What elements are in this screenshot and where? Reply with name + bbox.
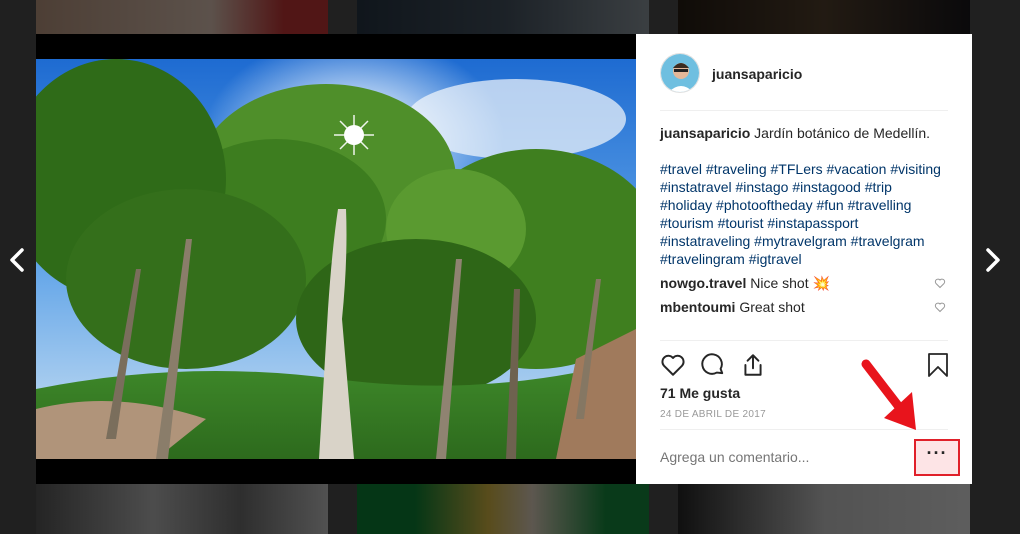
- hashtag[interactable]: #instatraveling: [660, 233, 750, 249]
- comment-bubble-icon[interactable]: [700, 352, 726, 378]
- hashtag[interactable]: #tourist: [718, 215, 764, 231]
- more-options-button[interactable]: ···: [914, 439, 960, 476]
- hashtag[interactable]: #travel: [660, 161, 702, 177]
- hashtag-list: #travel #traveling #TFLers #vacation #vi…: [660, 160, 950, 268]
- chevron-right-icon[interactable]: [980, 247, 1004, 273]
- comment-item: nowgo.travel Nice shot 💥: [660, 274, 948, 292]
- bookmark-icon[interactable]: [926, 352, 950, 378]
- divider: [660, 340, 948, 341]
- post-modal: juansaparicio juansaparicio Jardín botán…: [36, 34, 972, 484]
- hashtag[interactable]: #tourism: [660, 215, 714, 231]
- hashtag[interactable]: #TFLers: [771, 161, 823, 177]
- hashtag[interactable]: #trip: [865, 179, 892, 195]
- hashtag[interactable]: #instagood: [792, 179, 861, 195]
- comment-text: Great shot: [735, 299, 805, 315]
- hashtag[interactable]: #fun: [816, 197, 843, 213]
- hashtag[interactable]: #traveling: [706, 161, 767, 177]
- caption: juansaparicio Jardín botánico de Medellí…: [660, 124, 950, 268]
- chevron-left-icon[interactable]: [6, 247, 30, 273]
- post-header: juansaparicio: [660, 53, 948, 111]
- comment-item: mbentoumi Great shot: [660, 298, 948, 316]
- like-count[interactable]: 71 Me gusta: [660, 385, 740, 401]
- caption-text: Jardín botánico de Medellín.: [750, 125, 931, 141]
- share-icon[interactable]: [740, 352, 766, 378]
- avatar-image: [661, 54, 699, 92]
- hashtag[interactable]: #travelgram: [851, 233, 925, 249]
- avatar[interactable]: [660, 53, 700, 93]
- post-photo: [36, 59, 636, 459]
- heart-icon[interactable]: [934, 277, 946, 289]
- hashtag[interactable]: #travelingram: [660, 251, 745, 267]
- post-media: [36, 34, 636, 484]
- comment-input[interactable]: [660, 449, 870, 465]
- annotation-arrow-icon: [861, 359, 916, 430]
- comment-username[interactable]: nowgo.travel: [660, 275, 746, 291]
- hashtag[interactable]: #photooftheday: [716, 197, 813, 213]
- hashtag[interactable]: #instago: [735, 179, 788, 195]
- header-username[interactable]: juansaparicio: [712, 66, 802, 82]
- hashtag[interactable]: #mytravelgram: [754, 233, 847, 249]
- hashtag[interactable]: #igtravel: [749, 251, 802, 267]
- hashtag[interactable]: #vacation: [827, 161, 887, 177]
- heart-icon[interactable]: [934, 301, 946, 313]
- comment-text: Nice shot 💥: [746, 275, 830, 291]
- comment-username[interactable]: mbentoumi: [660, 299, 735, 315]
- caption-username[interactable]: juansaparicio: [660, 125, 750, 141]
- heart-icon[interactable]: [660, 352, 686, 378]
- hashtag[interactable]: #travelling: [848, 197, 912, 213]
- hashtag[interactable]: #visiting: [890, 161, 941, 177]
- post-date: 24 DE ABRIL DE 2017: [660, 409, 766, 420]
- hashtag[interactable]: #holiday: [660, 197, 712, 213]
- hashtag[interactable]: #instapassport: [767, 215, 858, 231]
- hashtag[interactable]: #instatravel: [660, 179, 732, 195]
- more-options-label: ···: [926, 443, 948, 463]
